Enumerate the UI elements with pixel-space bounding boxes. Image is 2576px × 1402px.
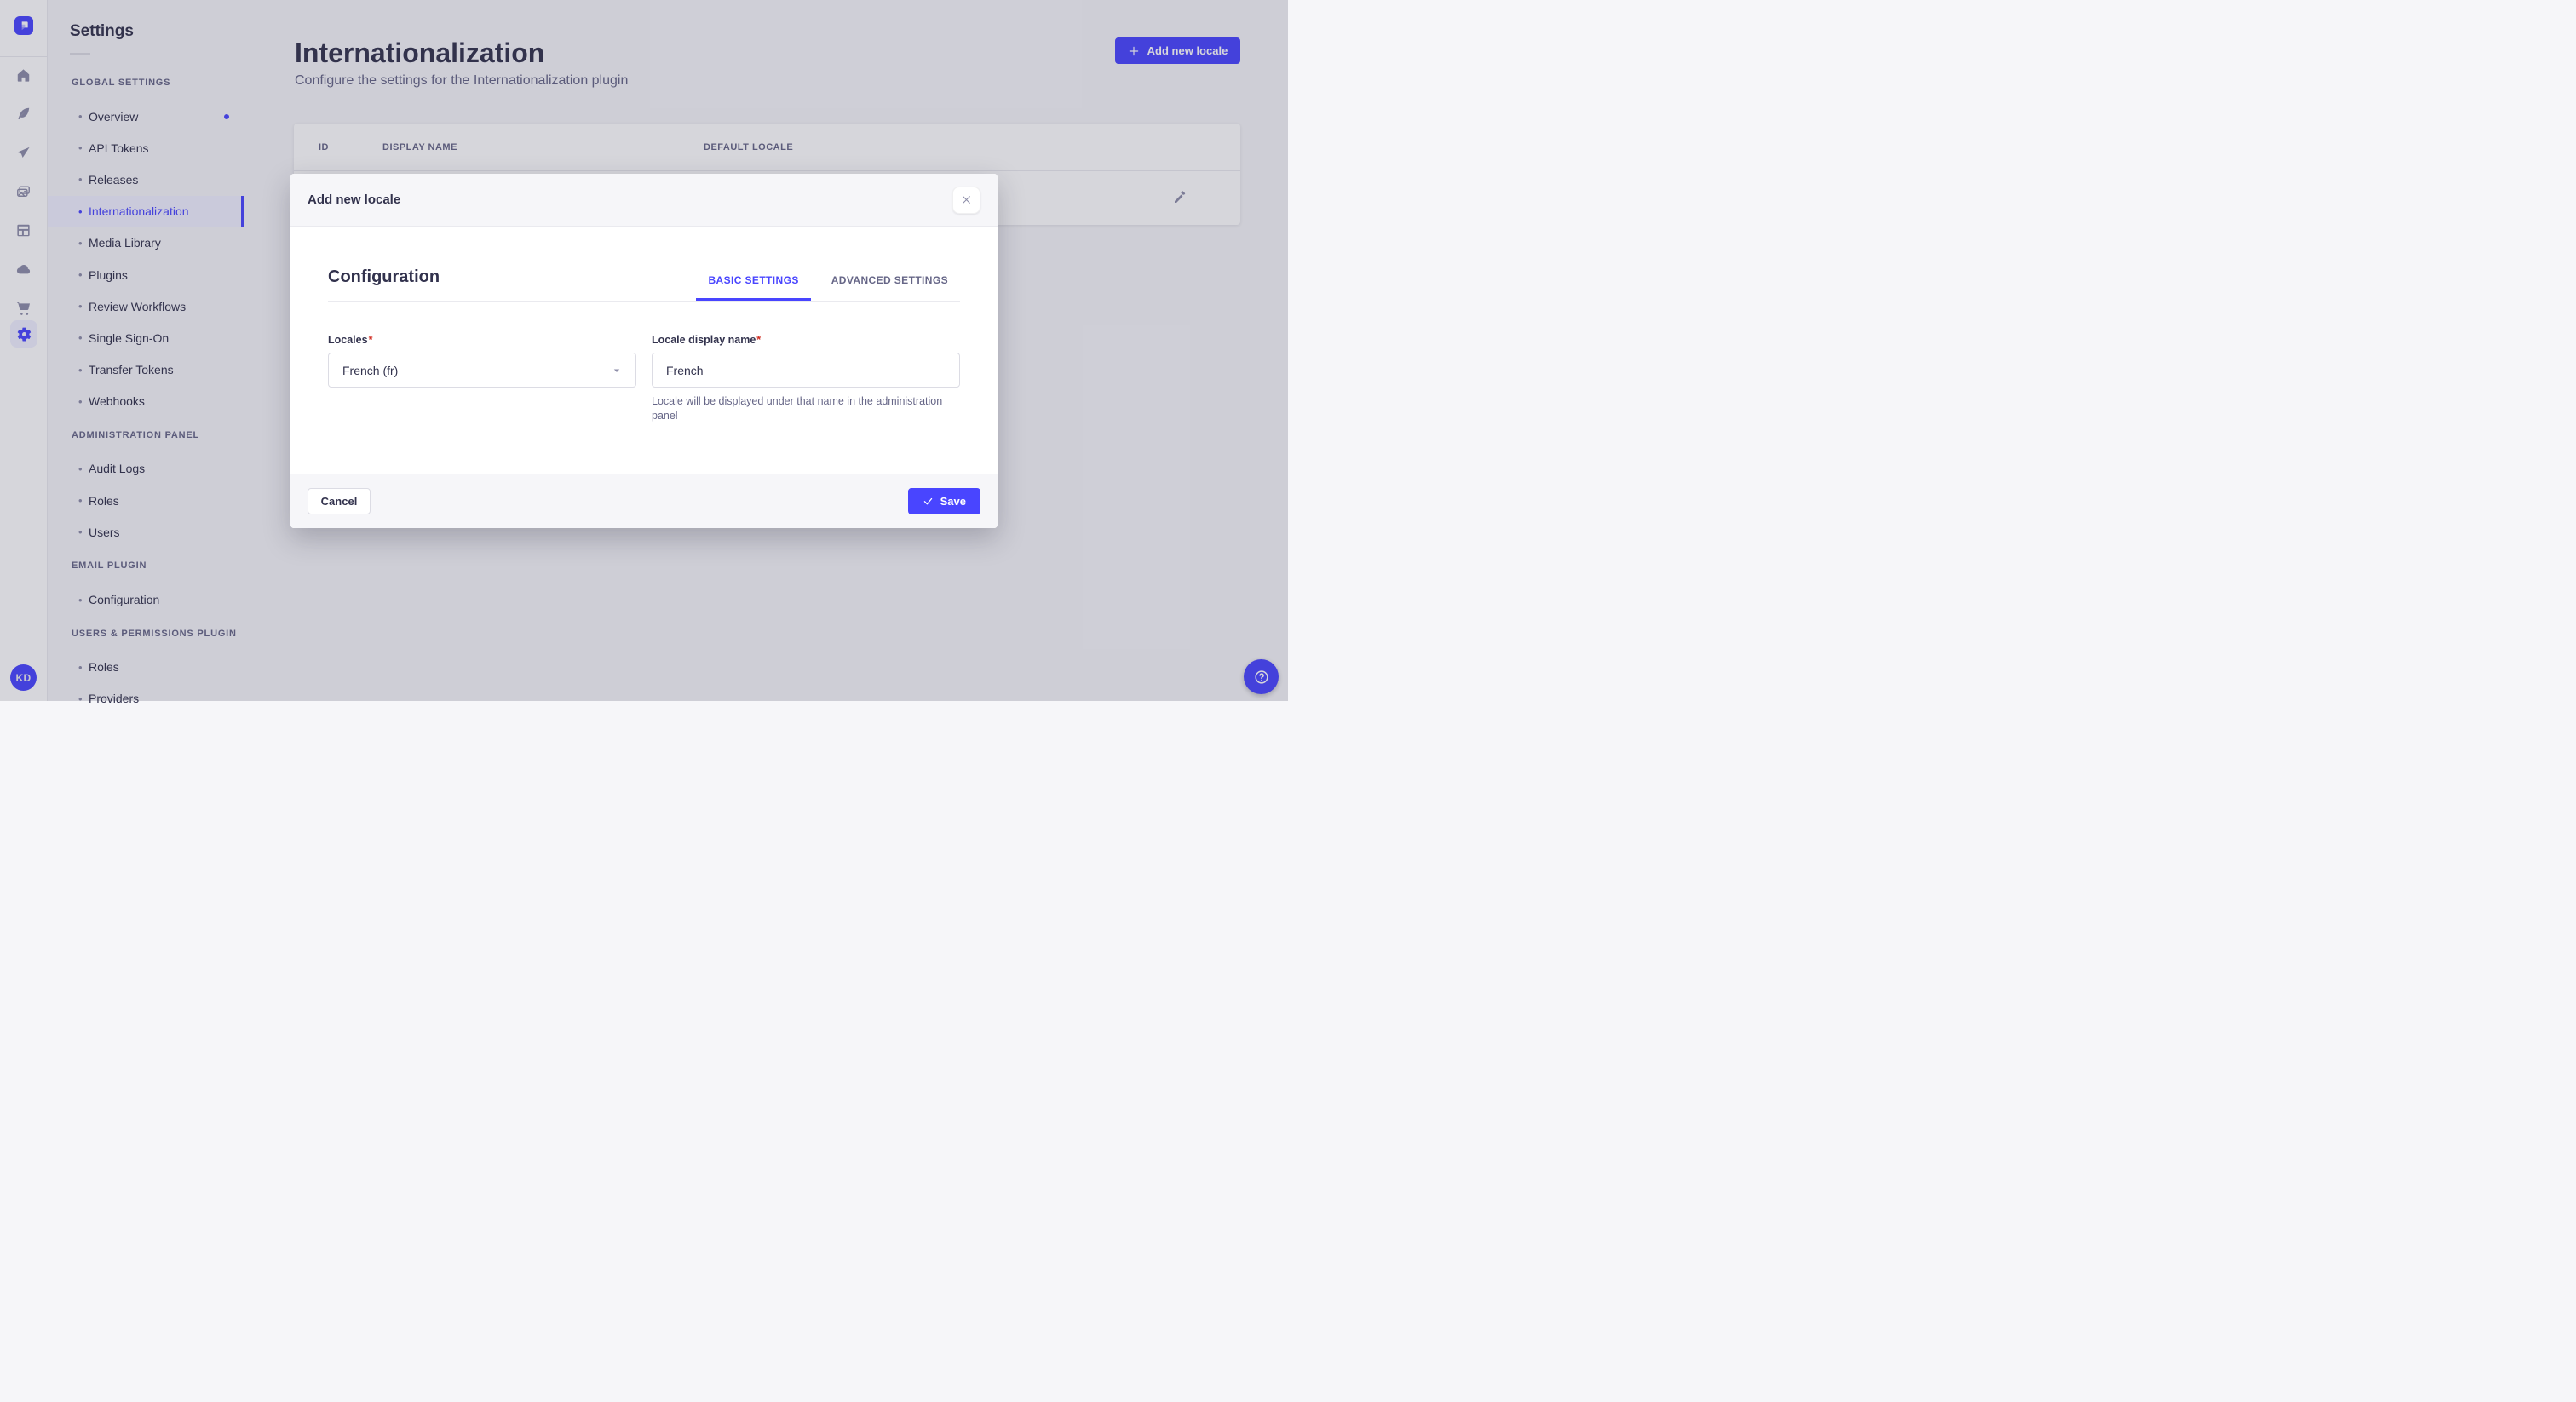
cancel-button[interactable]: Cancel (308, 488, 371, 514)
display-name-label: Locale display name* (652, 334, 762, 346)
display-name-hint: Locale will be displayed under that name… (652, 395, 943, 422)
locale-form: Locales* French (fr) Locale display name… (328, 334, 960, 422)
tab-basic-settings[interactable]: BASIC SETTINGS (696, 274, 811, 301)
modal-header: Add new locale (290, 174, 998, 227)
save-button[interactable]: Save (907, 488, 980, 514)
settings-tabs: BASIC SETTINGS ADVANCED SETTINGS (696, 274, 960, 301)
modal-footer: Cancel Save (290, 474, 998, 528)
tab-advanced-settings[interactable]: ADVANCED SETTINGS (819, 274, 960, 301)
close-icon (963, 196, 970, 204)
modal-body: Configuration BASIC SETTINGS ADVANCED SE… (290, 227, 998, 474)
required-asterisk: * (756, 334, 762, 346)
chevron-down-icon (613, 369, 620, 372)
locales-label: Locales* (328, 334, 373, 346)
locales-field: Locales* French (fr) (328, 334, 636, 422)
configuration-header-row: Configuration BASIC SETTINGS ADVANCED SE… (328, 227, 960, 302)
modal-close-button[interactable] (952, 186, 980, 214)
check-icon (923, 497, 932, 505)
display-name-field: Locale display name* Locale will be disp… (652, 334, 960, 422)
locales-select-value: French (fr) (342, 363, 399, 377)
display-name-input[interactable] (652, 353, 960, 388)
configuration-title: Configuration (328, 267, 440, 286)
modal-title: Add new locale (308, 192, 401, 207)
locales-select[interactable]: French (fr) (328, 353, 636, 388)
required-asterisk: * (368, 334, 373, 346)
add-locale-modal: Add new locale Configuration BASIC SETTI… (290, 174, 998, 528)
